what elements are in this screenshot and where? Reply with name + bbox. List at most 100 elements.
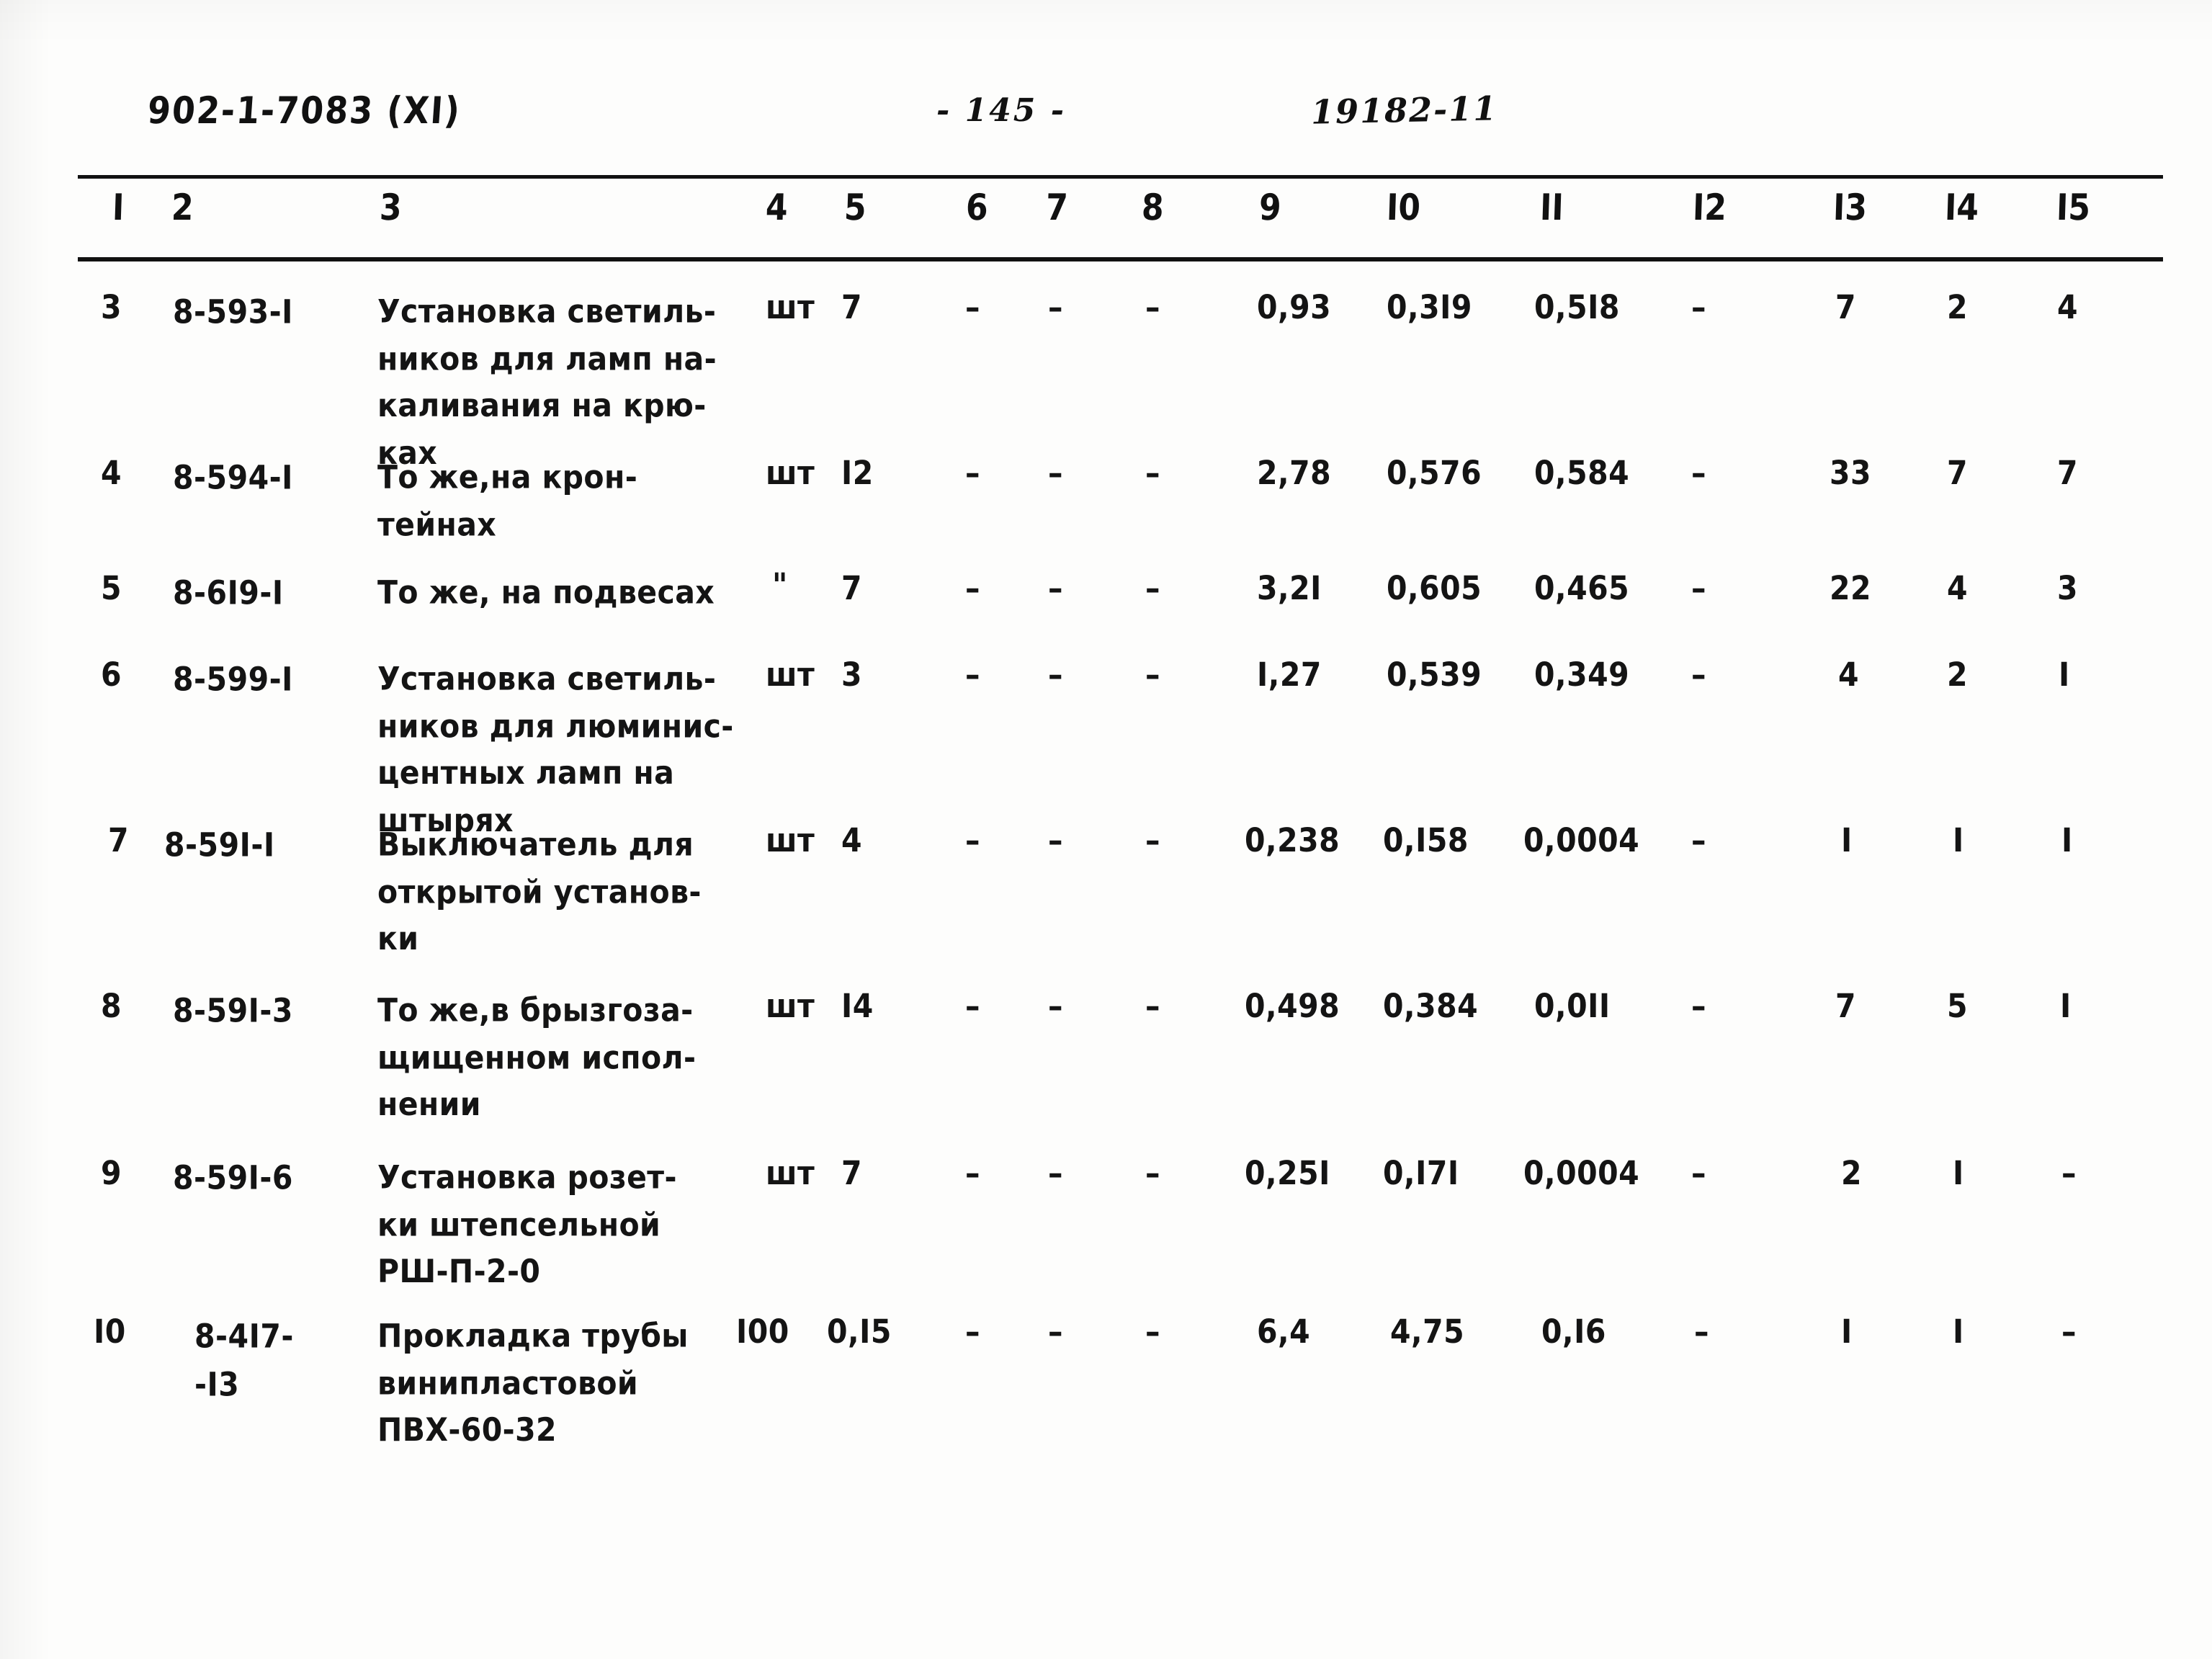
column-header-6: 6 bbox=[965, 187, 989, 229]
cell-col8: – bbox=[1145, 821, 1160, 859]
cell-col6: – bbox=[965, 454, 980, 492]
cell-col14: I bbox=[1953, 1154, 1964, 1192]
column-header-15: I5 bbox=[2056, 187, 2091, 229]
cell-col9: I,27 bbox=[1257, 656, 1322, 694]
cell-col1: 8 bbox=[101, 987, 122, 1025]
table-row: 4 8-594-I То же,на крон- тейнах шт I2 – … bbox=[0, 454, 2212, 569]
cell-col5: 4 bbox=[841, 821, 863, 859]
table-row: 6 8-599-I Установка светиль- ников для л… bbox=[0, 656, 2212, 839]
cell-col11: 0,5I8 bbox=[1534, 288, 1620, 326]
cell-col13: 2 bbox=[1841, 1154, 1863, 1192]
cell-col11: 0,0004 bbox=[1523, 821, 1640, 859]
cell-col1: 6 bbox=[101, 656, 122, 694]
cell-col7: – bbox=[1048, 1154, 1063, 1192]
cell-col11: 0,I6 bbox=[1541, 1313, 1606, 1351]
table-row: I0 8-4I7- -I3 Прокладка трубы винипласто… bbox=[0, 1313, 2212, 1471]
cell-col15: – bbox=[2061, 1313, 2077, 1351]
cell-col1: 3 bbox=[101, 288, 122, 326]
sheet-code: 19182-11 bbox=[1310, 89, 1498, 132]
table-body: 3 8-593-I Установка светиль- ников для л… bbox=[0, 274, 2212, 1471]
cell-col6: – bbox=[965, 987, 980, 1025]
cell-col15: I bbox=[2060, 987, 2072, 1025]
table-row: 8 8-59I-3 То же,в брызгоза- щищенном исп… bbox=[0, 987, 2212, 1154]
page-header: 902-1-7083 (XI) - 145 - 19182-11 bbox=[0, 88, 2212, 148]
cell-col10: 0,I58 bbox=[1383, 821, 1469, 859]
cell-col13: 22 bbox=[1830, 569, 1872, 607]
cell-col5: 0,I5 bbox=[827, 1313, 892, 1351]
cell-col2: 8-59I-I bbox=[164, 826, 275, 864]
cell-col10: 0,539 bbox=[1387, 656, 1482, 694]
cell-col9: 0,25I bbox=[1245, 1154, 1330, 1192]
cell-col4: шт bbox=[766, 1154, 815, 1192]
cell-col15: – bbox=[2061, 1154, 2077, 1192]
cell-col11: 0,349 bbox=[1534, 656, 1630, 694]
cell-col1: 7 bbox=[108, 821, 130, 859]
cell-col6: – bbox=[965, 288, 980, 326]
cell-col4: шт bbox=[766, 821, 815, 859]
cell-col7: – bbox=[1048, 987, 1063, 1025]
column-header-10: I0 bbox=[1386, 187, 1421, 229]
cell-col15: 7 bbox=[2057, 454, 2079, 492]
cell-col3: То же,в брызгоза- щищенном испол- нении bbox=[377, 991, 697, 1124]
cell-col8: – bbox=[1145, 1154, 1160, 1192]
cell-col11: 0,0II bbox=[1534, 987, 1611, 1025]
cell-col7: – bbox=[1048, 821, 1063, 859]
cell-col12: – bbox=[1691, 454, 1706, 492]
cell-col13: I bbox=[1841, 821, 1853, 859]
cell-col12: – bbox=[1691, 821, 1706, 859]
cell-col14: I bbox=[1953, 1313, 1964, 1351]
cell-col4-ditto: " bbox=[772, 566, 788, 604]
cell-col2: 8-6I9-I bbox=[173, 573, 284, 612]
cell-col8: – bbox=[1145, 656, 1160, 694]
cell-col5: 7 bbox=[841, 1154, 863, 1192]
cell-col9: 3,2I bbox=[1257, 569, 1322, 607]
cell-col2: 8-594-I bbox=[173, 458, 293, 497]
cell-col12: – bbox=[1691, 569, 1706, 607]
cell-col8: – bbox=[1145, 569, 1160, 607]
column-header-8: 8 bbox=[1141, 187, 1165, 229]
cell-col2: 8-4I7- -I3 bbox=[194, 1317, 294, 1404]
cell-col11: 0,0004 bbox=[1523, 1154, 1640, 1192]
cell-col14: 5 bbox=[1947, 987, 1969, 1025]
cell-col12: – bbox=[1691, 288, 1706, 326]
cell-col13: 7 bbox=[1835, 288, 1857, 326]
cell-col4: шт bbox=[766, 987, 815, 1025]
column-header-4: 4 bbox=[765, 187, 789, 229]
column-header-13: I3 bbox=[1832, 187, 1868, 229]
cell-col12: – bbox=[1691, 987, 1706, 1025]
cell-col3: Установка розет- ки штепсельной РШ-П-2-0 bbox=[377, 1158, 677, 1291]
cell-col9: 0,238 bbox=[1245, 821, 1340, 859]
scanned-page: 902-1-7083 (XI) - 145 - 19182-11 I 2 3 4… bbox=[0, 0, 2212, 1659]
cell-col11: 0,584 bbox=[1534, 454, 1630, 492]
cell-col12: – bbox=[1691, 1154, 1706, 1192]
cell-col4: I00 bbox=[736, 1313, 789, 1351]
column-header-7: 7 bbox=[1045, 187, 1069, 229]
cell-col1: 9 bbox=[101, 1154, 122, 1192]
cell-col3: Прокладка трубы винипластовой ПВХ-60-32 bbox=[377, 1317, 689, 1449]
cell-col5: 7 bbox=[841, 288, 863, 326]
cell-col3: То же, на подвесах bbox=[377, 573, 715, 612]
cell-col12: – bbox=[1694, 1313, 1709, 1351]
cell-col10: 4,75 bbox=[1390, 1313, 1465, 1351]
column-header-5: 5 bbox=[843, 187, 867, 229]
cell-col2: 8-59I-6 bbox=[173, 1158, 293, 1197]
cell-col15: 4 bbox=[2057, 288, 2079, 326]
cell-col10: 0,576 bbox=[1387, 454, 1482, 492]
cell-col13: 4 bbox=[1838, 656, 1860, 694]
cell-col1: I0 bbox=[94, 1313, 126, 1351]
cell-col8: – bbox=[1145, 987, 1160, 1025]
cell-col5: I4 bbox=[841, 987, 874, 1025]
cell-col13: I bbox=[1841, 1313, 1853, 1351]
cell-col6: – bbox=[965, 656, 980, 694]
cell-col8: – bbox=[1145, 454, 1160, 492]
cell-col11: 0,465 bbox=[1534, 569, 1630, 607]
cell-col7: – bbox=[1048, 288, 1063, 326]
cell-col9: 2,78 bbox=[1257, 454, 1332, 492]
table-column-headers: I 2 3 4 5 6 7 8 9 I0 II I2 I3 I4 I5 bbox=[0, 187, 2212, 247]
document-code: 902-1-7083 (XI) bbox=[145, 88, 463, 133]
cell-col14: 4 bbox=[1947, 569, 1969, 607]
column-header-3: 3 bbox=[379, 187, 403, 229]
cell-col10: 0,3I9 bbox=[1387, 288, 1472, 326]
cell-col8: – bbox=[1145, 1313, 1160, 1351]
column-header-14: I4 bbox=[1944, 187, 1979, 229]
